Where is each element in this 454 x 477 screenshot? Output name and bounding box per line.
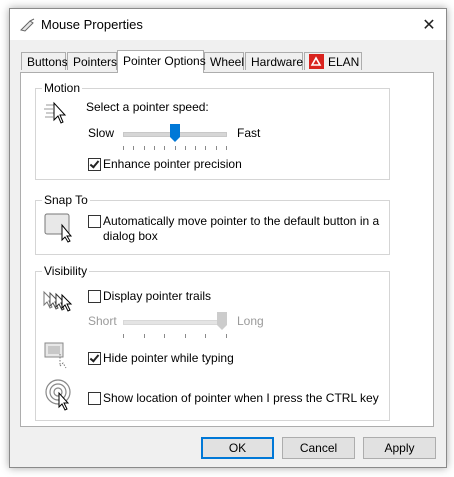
- apply-button[interactable]: Apply: [363, 437, 436, 459]
- slider-thumb[interactable]: [217, 312, 227, 330]
- snap-to-button-icon: [44, 213, 73, 243]
- show-location-label: Show location of pointer when I press th…: [103, 391, 379, 405]
- speed-label: Select a pointer speed:: [86, 100, 209, 114]
- slow-label: Slow: [88, 126, 115, 140]
- show-location-icon: [45, 379, 71, 411]
- slider-thumb[interactable]: [170, 124, 180, 142]
- tab-label: Pointer Options: [123, 54, 206, 68]
- slider-tick: [205, 334, 206, 338]
- tab-label: Pointers: [73, 55, 118, 69]
- fast-label: Fast: [237, 126, 261, 140]
- slider-tick: [175, 146, 176, 150]
- mouse-icon: [20, 18, 35, 32]
- pointer-trails-checkbox[interactable]: [88, 290, 101, 303]
- long-label: Long: [237, 314, 264, 328]
- slider-tick: [133, 146, 134, 150]
- hide-pointer-icon: [44, 342, 67, 369]
- short-label: Short: [88, 314, 117, 328]
- slider-tick: [164, 146, 165, 150]
- slider-tick: [216, 146, 217, 150]
- snap-to-label-line2: dialog box: [103, 229, 158, 243]
- slider-ticks: [123, 334, 227, 338]
- cancel-button[interactable]: Cancel: [282, 437, 355, 459]
- slider-tick: [195, 146, 196, 150]
- slider-tick: [226, 334, 227, 338]
- slider-tick: [144, 334, 145, 338]
- slider-tick: [185, 146, 186, 150]
- tab-wheel[interactable]: Wheel: [204, 52, 244, 70]
- snap-to-group: Snap To Automatically move pointer to th…: [35, 193, 390, 255]
- check-mark-icon: [89, 158, 100, 169]
- tab-label: Hardware: [251, 55, 304, 69]
- pointer-speed-icon: [44, 101, 67, 124]
- enhance-precision-label: Enhance pointer precision: [103, 157, 242, 171]
- title-bar: Mouse Properties ✕: [10, 9, 446, 40]
- slider-tick: [164, 334, 165, 338]
- tab-elan[interactable]: ELAN: [304, 52, 362, 70]
- window-title: Mouse Properties: [41, 17, 143, 32]
- tab-label: Wheel: [210, 55, 245, 69]
- motion-group-title: Motion: [42, 81, 83, 95]
- pointer-options-panel: Motion Select a pointer speed: Slow Fast…: [20, 72, 434, 427]
- hide-pointer-label: Hide pointer while typing: [103, 351, 234, 365]
- slider-tick: [123, 334, 124, 338]
- slider-ticks: [123, 146, 227, 150]
- tab-label: Buttons: [27, 55, 68, 69]
- hide-pointer-checkbox[interactable]: [88, 352, 101, 365]
- tab-buttons[interactable]: Buttons: [21, 52, 68, 70]
- slider-track: [123, 320, 227, 325]
- visibility-group: Visibility Display pointer trails Short …: [35, 264, 390, 421]
- slider-tick: [205, 146, 206, 150]
- close-button[interactable]: ✕: [412, 9, 446, 40]
- show-location-checkbox[interactable]: [88, 392, 101, 405]
- visibility-group-title: Visibility: [42, 264, 90, 278]
- enhance-precision-checkbox[interactable]: [88, 158, 101, 171]
- slider-tick: [154, 146, 155, 150]
- tab-label: ELAN: [328, 55, 360, 69]
- check-mark-icon: [89, 352, 100, 363]
- tab-pointers[interactable]: Pointers: [67, 52, 117, 70]
- mouse-properties-dialog: Mouse Properties ✕ Buttons Pointers Poin…: [9, 8, 447, 468]
- slider-tick: [226, 146, 227, 150]
- tab-pointer-options[interactable]: Pointer Options: [117, 50, 206, 73]
- elan-icon: [309, 54, 324, 69]
- slider-tick: [123, 146, 124, 150]
- snap-to-checkbox[interactable]: [88, 215, 101, 228]
- pointer-trails-label: Display pointer trails: [103, 289, 212, 303]
- snap-to-group-title: Snap To: [42, 193, 90, 207]
- slider-tick: [144, 146, 145, 150]
- tab-hardware[interactable]: Hardware: [245, 52, 303, 70]
- snap-to-label: Automatically move pointer to the defaul…: [103, 214, 380, 228]
- pointer-trails-icon: [43, 290, 73, 312]
- motion-group: Motion Select a pointer speed: Slow Fast…: [35, 81, 390, 180]
- ok-button[interactable]: OK: [201, 437, 274, 459]
- slider-tick: [185, 334, 186, 338]
